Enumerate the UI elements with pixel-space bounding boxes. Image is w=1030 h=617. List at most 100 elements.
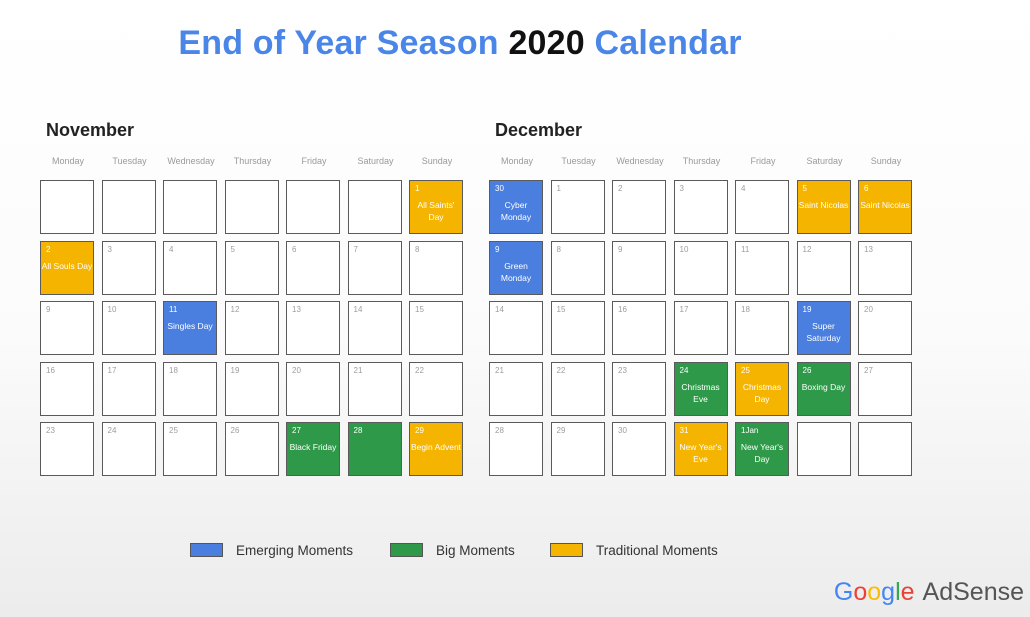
- day-cell: [224, 180, 279, 234]
- event-day-cell: 6 Saint Nicolas: [858, 180, 912, 234]
- day-number: 20: [292, 365, 301, 375]
- weekday-label: Monday: [500, 156, 534, 166]
- legend-swatch: [390, 543, 423, 557]
- day-cell: 8: [550, 240, 605, 295]
- event-day-cell: 1 All Saints' Day: [409, 180, 463, 234]
- day-cell: 28: [489, 422, 543, 476]
- day-cell: 15: [409, 301, 463, 355]
- weekday-label: Thursday: [233, 156, 272, 166]
- day-number: 28: [495, 426, 504, 435]
- title-part-3: Calendar: [594, 24, 742, 62]
- day-cell: 26: [224, 422, 279, 476]
- day-number: 26: [802, 365, 812, 375]
- event-label: Cyber Monday: [500, 200, 532, 222]
- event-day-cell: 25 Christmas Day: [735, 361, 789, 416]
- day-cell: [796, 422, 851, 476]
- december-calendar: December Monday Tuesday Wednesday Thursday F…: [489, 118, 912, 476]
- day-number: 1: [556, 184, 561, 193]
- event-label: New Year's Eve: [679, 442, 722, 464]
- day-cell: [858, 422, 912, 476]
- day-cell: 13: [858, 240, 912, 295]
- day-cell: 16: [612, 301, 666, 355]
- day-cell: 18: [735, 301, 789, 355]
- event-label: Super Saturday: [806, 321, 841, 343]
- day-number: 15: [556, 305, 566, 314]
- day-number: 19: [802, 305, 812, 314]
- weekday-label: Friday: [750, 156, 776, 166]
- day-cell: 13: [286, 301, 340, 355]
- event-label: Black Friday: [289, 442, 337, 452]
- weekday-label: Tuesday: [561, 156, 596, 166]
- day-number: 25: [741, 365, 750, 375]
- day-cell: [347, 180, 402, 234]
- day-number: 5: [802, 184, 807, 193]
- day-cell: [101, 180, 156, 234]
- day-number: 15: [415, 305, 424, 314]
- day-cell: 16: [40, 361, 94, 416]
- day-cell: 5: [224, 240, 279, 295]
- day-number: 21: [495, 365, 504, 375]
- event-day-cell: 2 All Souls Day: [40, 240, 94, 295]
- google-adsense-logo: Google AdSense: [834, 578, 1024, 607]
- day-number: 28: [353, 426, 363, 435]
- page-title: End of Year Season 2020 Calendar: [0, 24, 920, 63]
- day-number: 1: [415, 184, 420, 193]
- weekday-label: Thursday: [682, 156, 721, 166]
- day-number: 29: [556, 426, 566, 435]
- event-label: Singles Day: [167, 321, 213, 331]
- day-number: 27: [864, 365, 873, 375]
- day-cell: 28: [347, 422, 402, 476]
- day-number: 8: [415, 244, 420, 254]
- event-day-cell: 1Jan New Year's Day: [735, 422, 789, 476]
- day-cell: 24: [101, 422, 156, 476]
- day-number: 11: [169, 305, 178, 314]
- day-number: 23: [46, 426, 55, 435]
- day-number: 14: [495, 305, 504, 314]
- day-cell: 14: [489, 301, 543, 355]
- day-number: 16: [618, 305, 627, 314]
- weekday-label: Sunday: [421, 156, 453, 166]
- weekday-label: Wednesday: [616, 156, 664, 166]
- day-number: 10: [679, 244, 689, 254]
- day-number: 9: [495, 244, 500, 254]
- event-day-cell: 29 Begin Advent: [409, 422, 463, 476]
- event-label: Saint Nicolas: [798, 200, 849, 210]
- day-number: 9: [618, 244, 623, 254]
- day-number: 21: [353, 365, 363, 375]
- day-cell: 29: [550, 422, 605, 476]
- day-number: 17: [107, 365, 117, 375]
- day-cell: 30: [612, 422, 666, 476]
- title-part-1: End of Year Season: [178, 24, 499, 62]
- event-day-cell: 26 Boxing Day: [796, 361, 851, 416]
- day-cell: 23: [612, 361, 666, 416]
- day-number: 2: [618, 184, 623, 193]
- day-number: 17: [679, 305, 689, 314]
- day-number: 24: [679, 365, 689, 375]
- event-day-cell: 27 Black Friday: [286, 422, 340, 476]
- day-cell: 10: [101, 301, 156, 355]
- day-number: 12: [230, 305, 240, 314]
- weekday-header: Monday Tuesday Wednesday Thursday Friday Satu…: [489, 156, 901, 180]
- day-number: 10: [107, 305, 117, 314]
- day-number: 6: [292, 244, 297, 254]
- day-number: 5: [230, 244, 235, 254]
- day-number: 2: [46, 244, 51, 254]
- day-number: 30: [495, 184, 504, 193]
- event-label: Christmas Day: [742, 381, 782, 404]
- day-number: 12: [802, 244, 812, 254]
- event-day-cell: 24 Christmas Eve: [673, 361, 728, 416]
- day-number: 30: [618, 426, 627, 435]
- event-day-cell: 9 Green Monday: [489, 240, 543, 295]
- day-number: 18: [741, 305, 750, 314]
- weekday-label: Monday: [51, 156, 85, 166]
- day-cell: 18: [163, 361, 217, 416]
- day-cell: 11: [735, 240, 789, 295]
- day-cell: 1: [550, 180, 605, 234]
- day-number: 13: [292, 305, 301, 314]
- event-label: New Year's Day: [740, 442, 784, 464]
- title-year: 2020: [508, 24, 585, 62]
- event-label: Saint Nicolas: [860, 200, 910, 210]
- day-cell: 12: [224, 301, 279, 355]
- event-day-cell: 11 Singles Day: [163, 301, 217, 355]
- day-number: 20: [864, 305, 873, 314]
